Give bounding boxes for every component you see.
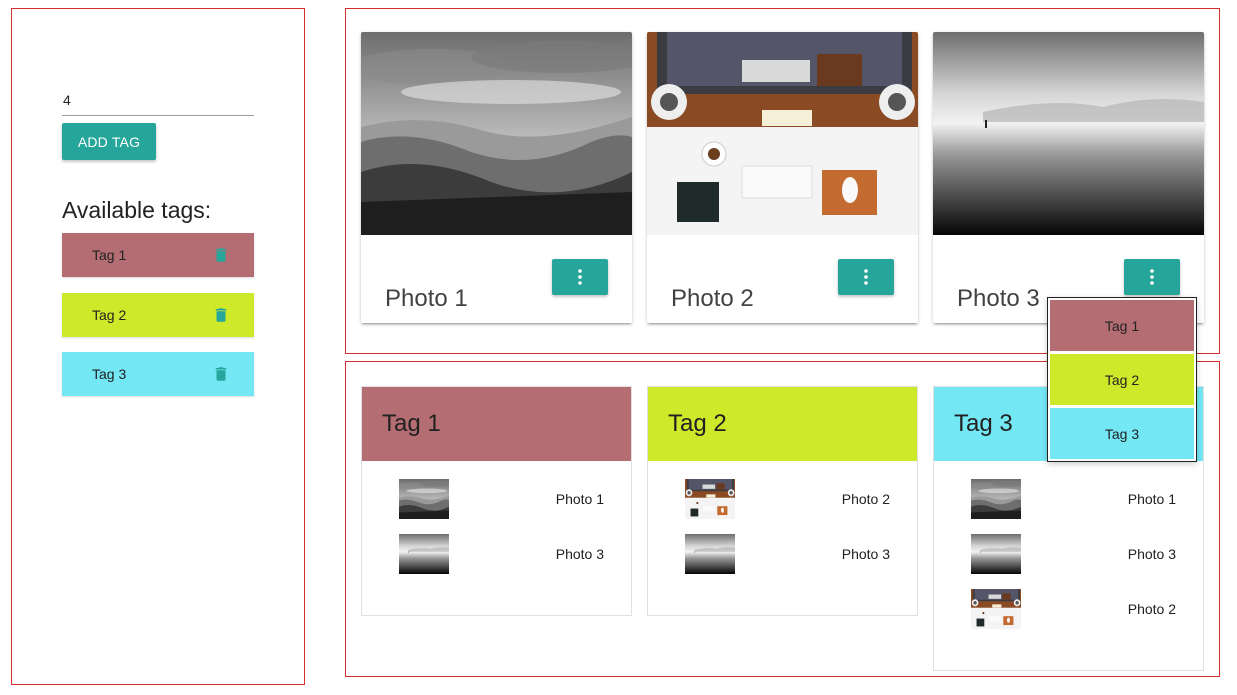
photo-title: Photo 1 [385, 285, 468, 312]
list-item[interactable]: Photo 3 [648, 516, 917, 571]
photo-menu-button[interactable] [1124, 259, 1180, 295]
photo-thumbnail [971, 534, 1021, 574]
list-item[interactable]: Photo 1 [934, 461, 1203, 516]
tag-group-title: Tag 2 [668, 410, 727, 437]
photo-thumbnail [685, 534, 735, 574]
dropdown-item-tag-1[interactable]: Tag 1 [1050, 300, 1194, 351]
tag-label: Tag 3 [92, 366, 127, 382]
photo-card: Photo 2 [647, 32, 918, 323]
photo-label: Photo 3 [555, 546, 604, 562]
photo-thumbnail [685, 479, 735, 519]
photo-menu-button[interactable] [838, 259, 894, 295]
photo-label: Photo 3 [841, 546, 890, 562]
add-tag-button[interactable]: ADD TAG [62, 123, 156, 160]
tag-label: Tag 2 [92, 307, 127, 323]
list-item[interactable]: Photo 3 [362, 516, 631, 571]
photo-label: Photo 3 [1127, 546, 1176, 562]
tag-group-card: Tag 2 Photo 2 Photo 3 [647, 386, 918, 616]
trash-icon[interactable] [212, 305, 230, 325]
photo-label: Photo 1 [555, 491, 604, 507]
photo-thumbnail [399, 479, 449, 519]
tag-group-header: Tag 1 [362, 387, 631, 461]
trash-icon[interactable] [212, 245, 230, 265]
available-tag-item[interactable]: Tag 3 [62, 352, 254, 396]
list-item[interactable]: Photo 1 [362, 461, 631, 516]
photo-label: Photo 2 [841, 491, 890, 507]
photo-thumbnail [971, 589, 1021, 629]
more-vert-icon [578, 269, 582, 285]
tag-group-title: Tag 1 [382, 410, 441, 437]
photo-image [647, 32, 918, 235]
photo-card: Photo 1 [361, 32, 632, 323]
photo-label: Photo 2 [1127, 601, 1176, 617]
photo-thumbnail [971, 479, 1021, 519]
photo-card: Photo 3 [933, 32, 1204, 323]
available-tag-item[interactable]: Tag 1 [62, 233, 254, 277]
available-tag-item[interactable]: Tag 2 [62, 293, 254, 337]
tag-label: Tag 1 [92, 247, 127, 263]
dropdown-item-tag-2[interactable]: Tag 2 [1050, 354, 1194, 405]
list-item[interactable]: Photo 2 [648, 461, 917, 516]
available-tags-heading: Available tags: [62, 197, 212, 223]
tag-sidebar: ADD TAG Available tags: Tag 1 Tag 2 Tag … [11, 8, 305, 685]
new-tag-input[interactable] [62, 84, 254, 116]
tag-dropdown-menu: Tag 1 Tag 2 Tag 3 [1047, 297, 1197, 462]
photo-thumbnail [399, 534, 449, 574]
photo-title: Photo 3 [957, 285, 1040, 312]
dropdown-item-tag-3[interactable]: Tag 3 [1050, 408, 1194, 459]
tag-group-title: Tag 3 [954, 410, 1013, 437]
photo-title: Photo 2 [671, 285, 754, 312]
photo-menu-button[interactable] [552, 259, 608, 295]
photo-image [361, 32, 632, 235]
trash-icon[interactable] [212, 364, 230, 384]
list-item[interactable]: Photo 2 [934, 571, 1203, 626]
more-vert-icon [864, 269, 868, 285]
tag-group-card: Tag 1 Photo 1 Photo 3 [361, 386, 632, 616]
tag-group-header: Tag 2 [648, 387, 917, 461]
more-vert-icon [1150, 269, 1154, 285]
photo-image [933, 32, 1204, 235]
photo-label: Photo 1 [1127, 491, 1176, 507]
list-item[interactable]: Photo 3 [934, 516, 1203, 571]
